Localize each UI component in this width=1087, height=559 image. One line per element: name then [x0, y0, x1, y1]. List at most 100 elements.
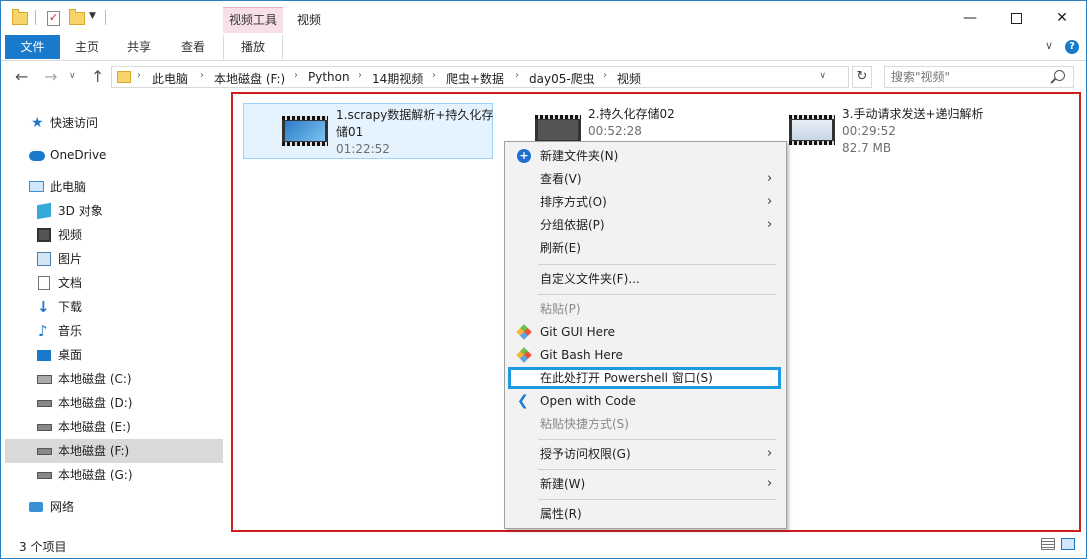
file-item[interactable]: 1.scrapy数据解析+持久化存 储01 01:22:52	[243, 103, 493, 159]
file-name: 2.持久化存储02	[588, 107, 675, 121]
sidebar-item-network[interactable]: 网络	[5, 495, 223, 519]
sidebar-item-documents[interactable]: 文档	[5, 271, 223, 295]
sidebar-item-label: 视频	[58, 228, 83, 242]
breadcrumb-separator[interactable]: ›	[358, 70, 362, 81]
menu-item-open-with-code[interactable]: ❮ Open with Code	[507, 390, 784, 412]
menu-item-label: 粘贴快捷方式(S)	[540, 417, 629, 431]
drive-icon	[37, 448, 52, 455]
menu-item-label: 授予访问权限(G)	[540, 447, 631, 461]
sidebar-item-music[interactable]: ♪ 音乐	[5, 319, 223, 343]
menu-item-properties[interactable]: 属性(R)	[507, 503, 784, 525]
sidebar-item-videos[interactable]: 视频	[5, 223, 223, 247]
sidebar-item-drive-e[interactable]: 本地磁盘 (E:)	[5, 415, 223, 439]
menu-item-git-gui[interactable]: Git GUI Here	[507, 321, 784, 343]
menu-item-open-powershell[interactable]: 在此处打开 Powershell 窗口(S)	[508, 367, 781, 389]
menu-divider	[538, 294, 776, 295]
sidebar-item-desktop[interactable]: 桌面	[5, 343, 223, 367]
recent-locations-button[interactable]: ∨	[69, 71, 76, 81]
back-button[interactable]: ←	[15, 67, 28, 86]
sidebar-item-label: 音乐	[58, 324, 83, 338]
item-count: 3 个项目	[19, 540, 67, 554]
sidebar-item-label: 本地磁盘 (E:)	[58, 420, 131, 434]
new-folder-icon[interactable]	[69, 9, 85, 25]
breadcrumb-day05[interactable]: day05-爬虫	[529, 70, 595, 87]
help-icon[interactable]: ?	[1065, 40, 1079, 54]
file-duration: 01:22:52	[336, 142, 390, 156]
minimize-button[interactable]: —	[947, 5, 993, 31]
breadcrumb-separator[interactable]: ›	[515, 70, 519, 81]
details-view-icon[interactable]	[1041, 538, 1055, 550]
customize-quick-access-icon[interactable]: ▼	[89, 11, 96, 29]
sidebar-item-drive-f[interactable]: 本地磁盘 (F:)	[5, 439, 223, 463]
sidebar-item-label: 3D 对象	[58, 204, 103, 218]
menu-item-group-by[interactable]: 分组依据(P) ›	[507, 214, 784, 236]
breadcrumb-python[interactable]: Python	[308, 70, 350, 84]
sidebar-item-label: 此电脑	[50, 180, 87, 194]
address-bar[interactable]: › 此电脑 › 本地磁盘 (F:) › Python › 14期视频 › 爬虫+…	[111, 66, 849, 88]
menu-item-label: 自定义文件夹(F)...	[540, 272, 640, 286]
breadcrumb-separator[interactable]: ›	[432, 70, 436, 81]
tab-share[interactable]: 共享	[115, 35, 163, 59]
sidebar-item-label: 快速访问	[50, 116, 99, 130]
menu-item-customize-folder[interactable]: 自定义文件夹(F)...	[507, 268, 784, 290]
search-box[interactable]	[884, 66, 1074, 88]
breadcrumb-14-videos[interactable]: 14期视频	[372, 70, 423, 87]
breadcrumb-separator[interactable]: ›	[137, 70, 141, 81]
search-input[interactable]	[891, 69, 1041, 85]
breadcrumb-this-pc[interactable]: 此电脑	[152, 70, 188, 87]
sidebar-item-label: 本地磁盘 (G:)	[58, 468, 133, 482]
address-history-icon[interactable]: ∨	[819, 71, 826, 81]
sidebar-item-downloads[interactable]: ↓ 下载	[5, 295, 223, 319]
git-icon	[516, 324, 532, 340]
file-name-line: 储01	[336, 125, 364, 139]
menu-item-grant-access[interactable]: 授予访问权限(G) ›	[507, 443, 784, 465]
folder-icon[interactable]	[12, 9, 28, 25]
up-button[interactable]: ↑	[91, 67, 104, 86]
breadcrumb-separator[interactable]: ›	[603, 70, 607, 81]
menu-item-label: Open with Code	[540, 394, 636, 408]
properties-icon[interactable]: ✓	[47, 11, 60, 26]
close-button[interactable]: ✕	[1039, 5, 1085, 31]
menu-item-refresh[interactable]: 刷新(E)	[507, 237, 784, 259]
tab-file[interactable]: 文件	[5, 35, 60, 59]
sidebar-item-label: 桌面	[58, 348, 83, 362]
breadcrumb-videos[interactable]: 视频	[617, 70, 641, 87]
sidebar-item-drive-d[interactable]: 本地磁盘 (D:)	[5, 391, 223, 415]
menu-item-label: 刷新(E)	[540, 241, 581, 255]
breadcrumb-drive-f[interactable]: 本地磁盘 (F:)	[214, 70, 285, 87]
tab-home[interactable]: 主页	[63, 35, 111, 59]
sidebar-item-3d-objects[interactable]: 3D 对象	[5, 199, 223, 223]
breadcrumb-separator[interactable]: ›	[200, 70, 204, 81]
maximize-button[interactable]	[993, 5, 1039, 31]
submenu-arrow-icon: ›	[767, 476, 773, 491]
sidebar-item-pictures[interactable]: 图片	[5, 247, 223, 271]
star-icon: ★	[31, 115, 44, 131]
sidebar-item-label: 文档	[58, 276, 83, 290]
tab-play[interactable]: 播放	[223, 35, 283, 60]
sidebar-item-onedrive[interactable]: OneDrive	[5, 143, 223, 167]
large-icons-view-icon[interactable]	[1061, 538, 1075, 550]
tab-view[interactable]: 查看	[167, 35, 219, 59]
sidebar-item-label: 网络	[50, 500, 75, 514]
file-item[interactable]: 3.手动请求发送+递归解析 00:29:52 82.7 MB	[753, 103, 1003, 159]
breadcrumb-separator[interactable]: ›	[294, 70, 298, 81]
sidebar-item-quick-access[interactable]: ★ 快速访问	[5, 111, 223, 135]
sidebar-item-this-pc[interactable]: 此电脑	[5, 175, 223, 199]
menu-item-new[interactable]: 新建(W) ›	[507, 473, 784, 495]
menu-item-sort-by[interactable]: 排序方式(O) ›	[507, 191, 784, 213]
breadcrumb-crawler-data[interactable]: 爬虫+数据	[446, 70, 504, 87]
expand-ribbon-icon[interactable]: ∨	[1045, 39, 1053, 52]
sidebar-item-drive-c[interactable]: 本地磁盘 (C:)	[5, 367, 223, 391]
file-size: 82.7 MB	[842, 141, 892, 155]
contextual-tab-group: 视频工具	[223, 7, 283, 33]
refresh-button[interactable]: ↻	[852, 66, 872, 88]
sidebar-item-label: 本地磁盘 (F:)	[58, 444, 130, 458]
menu-item-new-folder[interactable]: + 新建文件夹(N)	[507, 145, 784, 167]
sidebar-item-drive-g[interactable]: 本地磁盘 (G:)	[5, 463, 223, 487]
file-name: 1.scrapy数据解析+持久化存 储01	[336, 107, 496, 141]
menu-item-git-bash[interactable]: Git Bash Here	[507, 344, 784, 366]
documents-icon	[38, 276, 50, 290]
forward-button[interactable]: →	[44, 67, 57, 86]
menu-item-view[interactable]: 查看(V) ›	[507, 168, 784, 190]
search-icon[interactable]	[1054, 70, 1065, 81]
